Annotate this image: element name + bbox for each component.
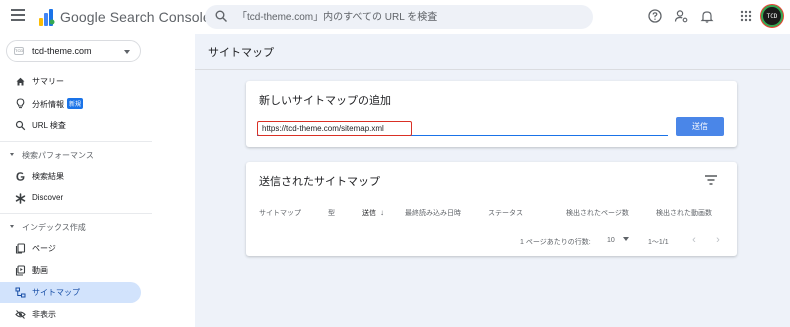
search-icon [215, 10, 227, 22]
sidebar-item-removals[interactable]: 非表示 [0, 304, 141, 325]
hamburger-menu-icon[interactable] [11, 9, 25, 23]
sitemap-url-input[interactable] [257, 121, 412, 136]
url-inspection-search-bar[interactable] [205, 5, 593, 29]
page-title: サイトマップ [208, 47, 274, 59]
account-avatar[interactable]: TCD [761, 5, 783, 27]
rows-per-page-value: 10 [607, 237, 615, 244]
section-search-performance[interactable]: 検索パフォーマンス [0, 147, 141, 163]
sidebar-item-summary[interactable]: サマリー [0, 71, 141, 92]
next-page-icon[interactable]: › [712, 234, 724, 246]
submitted-sitemaps-title: 送信されたサイトマップ [259, 176, 380, 188]
add-sitemap-title: 新しいサイトマップの追加 [259, 95, 391, 107]
prev-page-icon[interactable]: ‹ [688, 234, 700, 246]
sidebar-item-pages[interactable]: ページ [0, 238, 141, 259]
sidebar-item-videos[interactable]: 動画 [0, 260, 141, 281]
asterisk-icon [15, 193, 26, 204]
section-label: 検索パフォーマンス [22, 151, 94, 160]
search-input[interactable] [237, 8, 577, 26]
sidebar-divider [0, 141, 152, 142]
sitemap-icon [15, 287, 26, 298]
sidebar-item-label: Discover [32, 193, 64, 202]
add-sitemap-card: 新しいサイトマップの追加 送信 [246, 81, 737, 147]
search-console-logo-icon [38, 7, 56, 27]
column-header-status[interactable]: ステータス [488, 208, 523, 218]
chevron-down-icon [10, 225, 14, 228]
section-indexing[interactable]: インデックス作成 [0, 219, 141, 235]
sort-arrow-down-icon: ↓ [380, 208, 384, 217]
sidebar-divider [0, 213, 152, 214]
apps-grid-icon[interactable] [739, 9, 753, 23]
sidebar-item-text: 分析情報 [32, 100, 64, 109]
video-icon [15, 265, 26, 276]
sidebar-item-search-results[interactable]: 検索結果 [0, 166, 141, 187]
column-header-sitemap[interactable]: サイトマップ [259, 208, 301, 218]
sidebar-item-insights[interactable]: 分析情報 新規 [0, 93, 141, 114]
chevron-down-icon [124, 50, 130, 54]
sidebar-item-label: ページ [32, 244, 56, 253]
property-name: tcd-theme.com [32, 46, 92, 56]
sidebar: TCD tcd-theme.com サマリー 分析情報 新規 URL 検査 検索パ… [0, 34, 152, 327]
sidebar-item-url-inspection[interactable]: URL 検査 [0, 115, 141, 136]
app-title[interactable]: Google Search Console [60, 9, 211, 25]
submitted-sitemaps-card: 送信されたサイトマップ サイトマップ 型 送信 ↓ 最終読み込み日時 ステータス … [246, 162, 737, 256]
manage-accounts-icon[interactable] [674, 9, 688, 23]
section-label: インデックス作成 [22, 223, 86, 232]
sidebar-item-label: サマリー [32, 77, 64, 86]
sitemap-url-field [257, 121, 668, 136]
top-app-bar: Google Search Console TCD [0, 0, 790, 34]
property-selector[interactable]: TCD tcd-theme.com [6, 40, 141, 62]
sidebar-item-discover[interactable]: Discover [0, 188, 141, 209]
sidebar-item-label: 分析情報 新規 [32, 98, 84, 110]
new-badge: 新規 [67, 98, 84, 109]
sidebar-item-label: 非表示 [32, 310, 56, 319]
column-header-submitted[interactable]: 送信 ↓ [362, 208, 384, 218]
sidebar-item-sitemaps[interactable]: サイトマップ [0, 282, 141, 303]
sidebar-item-label: 動画 [32, 266, 48, 275]
chevron-down-icon [10, 153, 14, 156]
sidebar-item-label: サイトマップ [32, 288, 80, 297]
pages-icon [15, 243, 26, 254]
notifications-bell-icon[interactable] [700, 9, 714, 23]
main-content: サイトマップ 新しいサイトマップの追加 送信 送信されたサイトマップ サイトマッ… [195, 34, 790, 327]
sidebar-item-label: URL 検査 [32, 121, 66, 130]
pagination-range: 1〜1/1 [648, 239, 669, 246]
submit-button[interactable]: 送信 [676, 117, 724, 136]
chevron-down-icon [622, 237, 629, 241]
home-icon [16, 77, 25, 86]
column-header-label: 送信 [362, 210, 376, 217]
header-divider [195, 69, 790, 70]
help-icon[interactable] [648, 9, 662, 23]
column-header-type[interactable]: 型 [328, 208, 335, 218]
sidebar-item-label: 検索結果 [32, 172, 64, 181]
lightbulb-icon [16, 98, 25, 109]
column-header-discovered-pages[interactable]: 検出されたページ数 [566, 208, 629, 218]
rows-per-page-label: 1 ページあたりの行数: [520, 239, 591, 246]
rows-per-page-select[interactable]: 10 [607, 237, 629, 244]
column-header-last-read[interactable]: 最終読み込み日時 [405, 208, 461, 218]
property-favicon-icon: TCD [14, 47, 24, 55]
eye-off-icon [15, 310, 26, 319]
column-header-discovered-videos[interactable]: 検出された動画数 [656, 208, 712, 218]
search-icon [15, 120, 26, 131]
filter-icon[interactable] [704, 174, 718, 186]
google-g-icon [16, 172, 25, 181]
